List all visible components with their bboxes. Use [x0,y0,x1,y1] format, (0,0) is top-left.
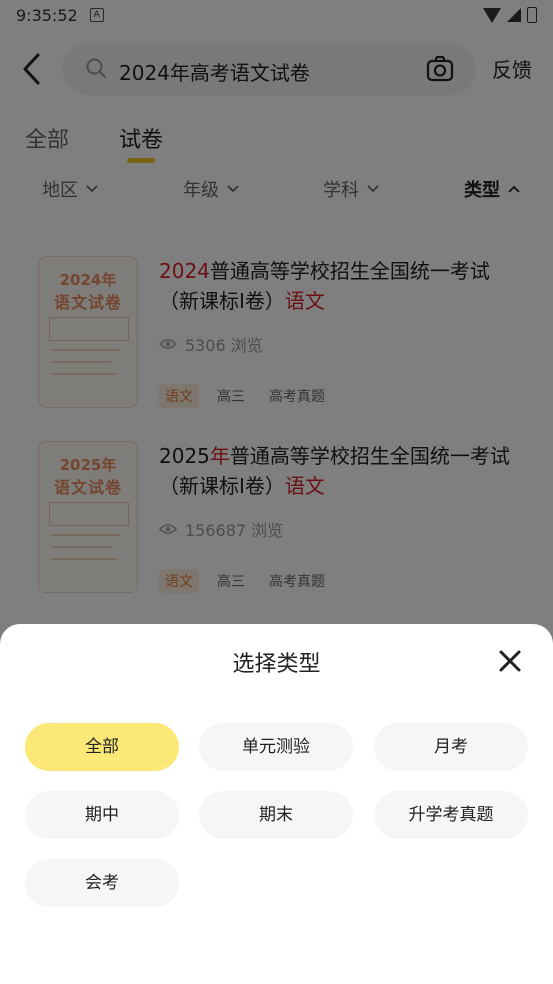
type-option-midterm[interactable]: 期中 [25,791,179,839]
type-option-all[interactable]: 全部 [25,723,179,771]
close-icon[interactable] [498,649,522,673]
type-option-final[interactable]: 期末 [199,791,353,839]
type-option-unit-test[interactable]: 单元测验 [199,723,353,771]
type-picker-sheet: 选择类型 全部 单元测验 月考 期中 期末 升学考真题 会考 [0,624,553,984]
type-option-proficiency-test[interactable]: 会考 [25,859,179,907]
type-option-entrance-exam[interactable]: 升学考真题 [374,791,528,839]
type-option-monthly-exam[interactable]: 月考 [374,723,528,771]
sheet-title: 选择类型 [232,652,321,677]
